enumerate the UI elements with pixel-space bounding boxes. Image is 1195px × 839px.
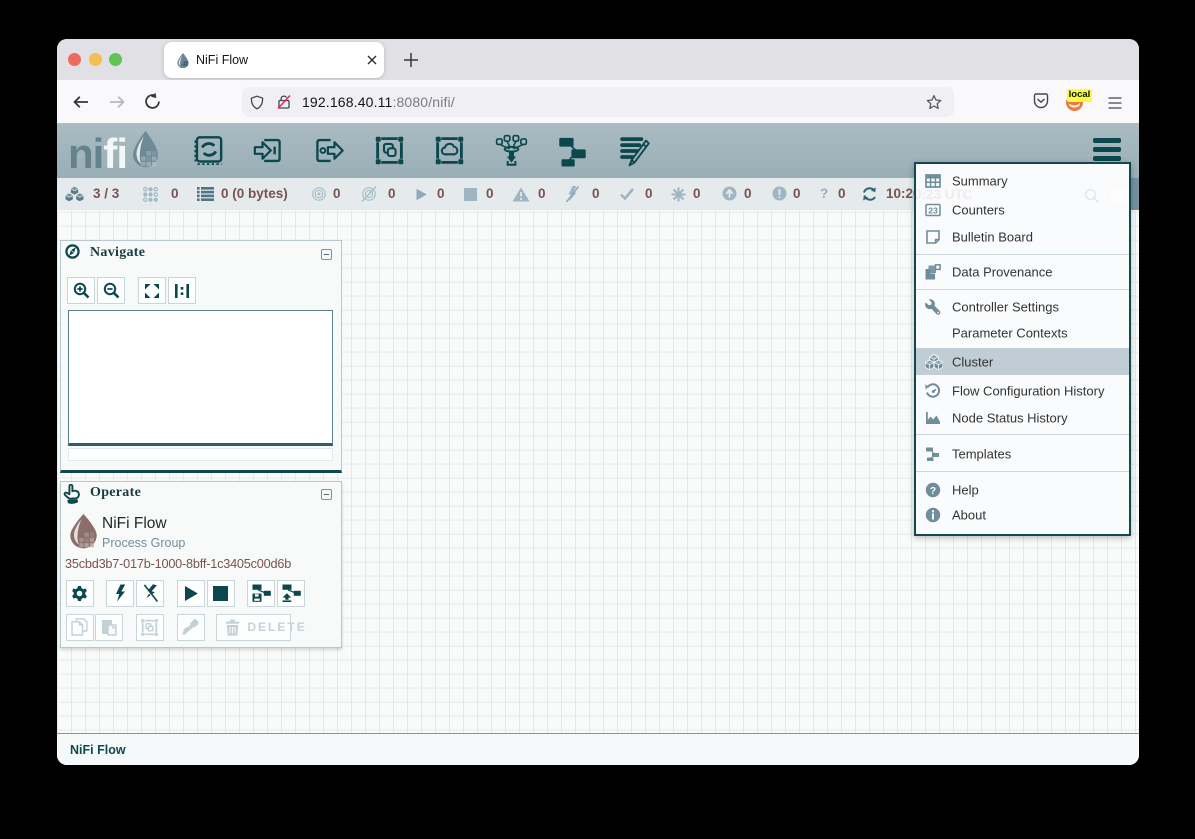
svg-text:23: 23 bbox=[928, 205, 938, 215]
svg-text:?: ? bbox=[930, 485, 936, 497]
